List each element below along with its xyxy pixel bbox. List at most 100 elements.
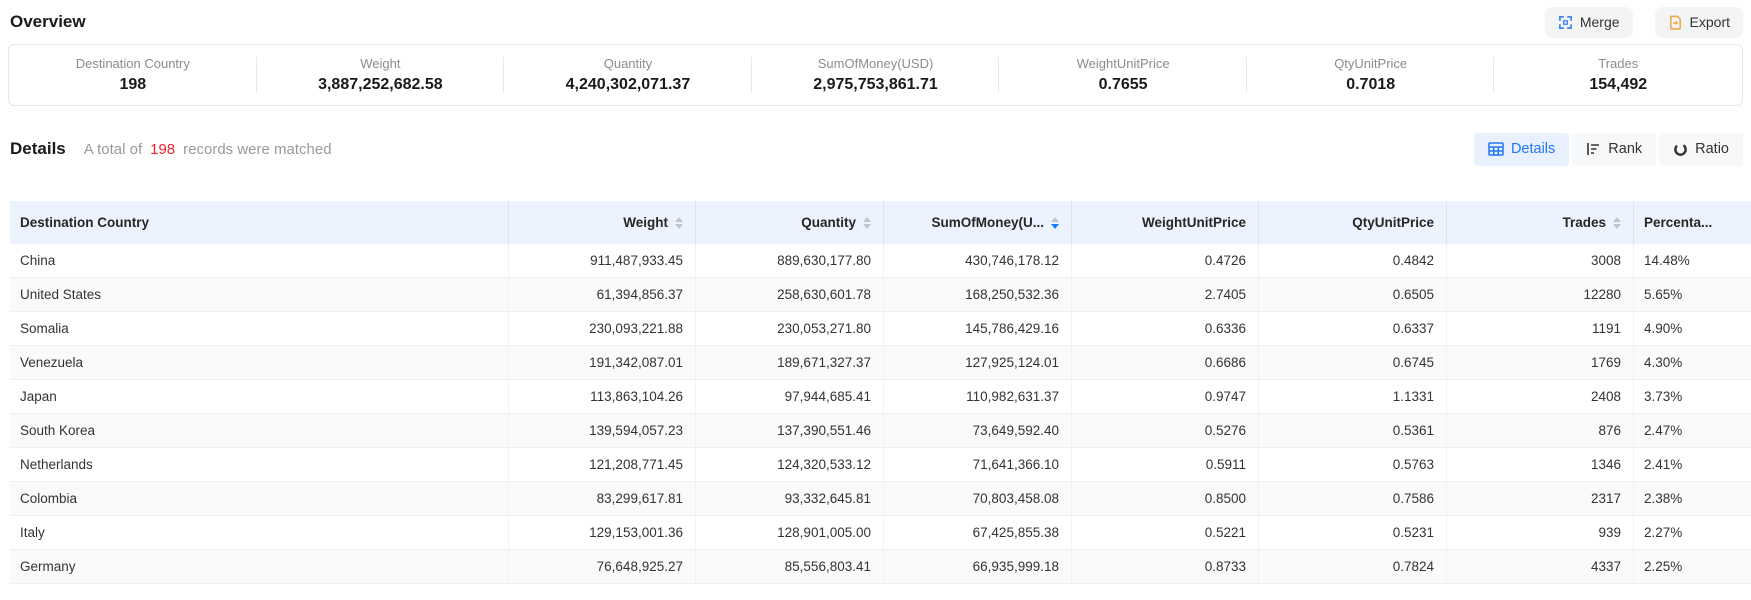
cell-quantity: 230,053,271.80 <box>695 312 883 345</box>
stat-value: 2,975,753,861.71 <box>813 76 938 94</box>
cell-weight: 76,648,925.27 <box>508 550 695 583</box>
tab-ratio[interactable]: Ratio <box>1659 133 1743 166</box>
table-row[interactable]: Germany 76,648,925.27 85,556,803.41 66,9… <box>10 550 1751 584</box>
view-switch: Details Rank Ratio <box>1474 133 1743 166</box>
cell-weight-unit-price: 0.8500 <box>1071 482 1258 515</box>
cell-destination-country: Netherlands <box>10 448 508 481</box>
merge-icon <box>1558 15 1573 30</box>
stat-sum-of-money: SumOfMoney(USD) 2,975,753,861.71 <box>752 45 1000 105</box>
stat-weight-unit-price: WeightUnitPrice 0.7655 <box>999 45 1247 105</box>
column-header-weight[interactable]: Weight <box>508 201 695 244</box>
stat-value: 0.7018 <box>1346 76 1395 94</box>
cell-sum-of-money: 73,649,592.40 <box>883 414 1071 447</box>
topbar-actions: Merge Export <box>1545 7 1743 38</box>
cell-destination-country: Germany <box>10 550 508 583</box>
tab-details-label: Details <box>1511 141 1555 157</box>
column-header-sum-of-money[interactable]: SumOfMoney(U... <box>883 201 1071 244</box>
export-icon <box>1668 15 1683 30</box>
tab-rank[interactable]: Rank <box>1572 133 1656 166</box>
column-header-trades[interactable]: Trades <box>1446 201 1633 244</box>
cell-weight-unit-price: 0.6336 <box>1071 312 1258 345</box>
cell-qty-unit-price: 0.6505 <box>1258 278 1446 311</box>
stat-value: 198 <box>119 76 146 94</box>
cell-destination-country: Venezuela <box>10 346 508 379</box>
table-row[interactable]: Netherlands 121,208,771.45 124,320,533.1… <box>10 448 1751 482</box>
cell-quantity: 137,390,551.46 <box>695 414 883 447</box>
stat-label: Trades <box>1598 56 1638 71</box>
table-row[interactable]: Venezuela 191,342,087.01 189,671,327.37 … <box>10 346 1751 380</box>
table-row[interactable]: China 911,487,933.45 889,630,177.80 430,… <box>10 244 1751 278</box>
column-label: Quantity <box>801 215 856 230</box>
cell-sum-of-money: 66,935,999.18 <box>883 550 1071 583</box>
cell-trades: 876 <box>1446 414 1633 447</box>
stat-label: SumOfMoney(USD) <box>818 56 934 71</box>
cell-weight: 113,863,104.26 <box>508 380 695 413</box>
column-header-qty-unit-price: QtyUnitPrice <box>1258 201 1446 244</box>
table-row[interactable]: Italy 129,153,001.36 128,901,005.00 67,4… <box>10 516 1751 550</box>
export-button[interactable]: Export <box>1655 7 1743 38</box>
cell-trades: 1769 <box>1446 346 1633 379</box>
merge-button[interactable]: Merge <box>1545 7 1633 38</box>
cell-qty-unit-price: 0.5763 <box>1258 448 1446 481</box>
cell-sum-of-money: 430,746,178.12 <box>883 244 1071 277</box>
sort-icon[interactable] <box>863 217 871 229</box>
column-header-quantity[interactable]: Quantity <box>695 201 883 244</box>
cell-weight-unit-price: 0.5221 <box>1071 516 1258 549</box>
cell-percentage: 2.47% <box>1633 414 1751 447</box>
stat-weight: Weight 3,887,252,682.58 <box>257 45 505 105</box>
cell-weight-unit-price: 2.7405 <box>1071 278 1258 311</box>
cell-quantity: 124,320,533.12 <box>695 448 883 481</box>
cell-qty-unit-price: 0.6745 <box>1258 346 1446 379</box>
column-label: QtyUnitPrice <box>1352 215 1434 230</box>
column-label: Trades <box>1562 215 1606 230</box>
stat-label: Quantity <box>604 56 652 71</box>
table-row[interactable]: United States 61,394,856.37 258,630,601.… <box>10 278 1751 312</box>
cell-weight: 83,299,617.81 <box>508 482 695 515</box>
cell-quantity: 93,332,645.81 <box>695 482 883 515</box>
cell-destination-country: South Korea <box>10 414 508 447</box>
cell-trades: 1191 <box>1446 312 1633 345</box>
records-summary: A total of198records were matched <box>84 141 332 158</box>
cell-percentage: 4.90% <box>1633 312 1751 345</box>
cell-percentage: 2.27% <box>1633 516 1751 549</box>
cell-sum-of-money: 145,786,429.16 <box>883 312 1071 345</box>
tab-details[interactable]: Details <box>1474 133 1569 166</box>
cell-destination-country: Somalia <box>10 312 508 345</box>
cell-qty-unit-price: 0.5361 <box>1258 414 1446 447</box>
table-row[interactable]: Somalia 230,093,221.88 230,053,271.80 14… <box>10 312 1751 346</box>
cell-destination-country: Italy <box>10 516 508 549</box>
sort-icon[interactable] <box>1613 217 1621 229</box>
sort-icon-active-desc[interactable] <box>1051 217 1059 229</box>
sort-icon[interactable] <box>675 217 683 229</box>
details-table: Destination Country Weight Quantity SumO… <box>10 201 1751 584</box>
cell-sum-of-money: 168,250,532.36 <box>883 278 1071 311</box>
column-label: SumOfMoney(U... <box>931 215 1044 230</box>
cell-weight-unit-price: 0.4726 <box>1071 244 1258 277</box>
cell-percentage: 4.30% <box>1633 346 1751 379</box>
cell-weight-unit-price: 0.5911 <box>1071 448 1258 481</box>
table-row[interactable]: Colombia 83,299,617.81 93,332,645.81 70,… <box>10 482 1751 516</box>
export-button-label: Export <box>1690 14 1730 30</box>
stat-value: 154,492 <box>1589 76 1647 94</box>
cell-weight-unit-price: 0.5276 <box>1071 414 1258 447</box>
cell-percentage: 2.41% <box>1633 448 1751 481</box>
column-header-destination-country: Destination Country <box>10 201 508 244</box>
cell-weight-unit-price: 0.6686 <box>1071 346 1258 379</box>
table-row[interactable]: Japan 113,863,104.26 97,944,685.41 110,9… <box>10 380 1751 414</box>
cell-sum-of-money: 70,803,458.08 <box>883 482 1071 515</box>
pie-icon <box>1673 142 1688 157</box>
cell-trades: 2317 <box>1446 482 1633 515</box>
table-row[interactable]: South Korea 139,594,057.23 137,390,551.4… <box>10 414 1751 448</box>
tab-ratio-label: Ratio <box>1695 141 1729 157</box>
cell-quantity: 97,944,685.41 <box>695 380 883 413</box>
cell-trades: 3008 <box>1446 244 1633 277</box>
stat-trades: Trades 154,492 <box>1494 45 1742 105</box>
column-label: Weight <box>623 215 668 230</box>
cell-qty-unit-price: 0.4842 <box>1258 244 1446 277</box>
cell-weight: 191,342,087.01 <box>508 346 695 379</box>
rank-icon <box>1586 142 1601 156</box>
table-icon <box>1488 142 1504 156</box>
stat-value: 3,887,252,682.58 <box>318 76 443 94</box>
stat-value: 0.7655 <box>1099 76 1148 94</box>
details-title: Details <box>10 139 66 159</box>
